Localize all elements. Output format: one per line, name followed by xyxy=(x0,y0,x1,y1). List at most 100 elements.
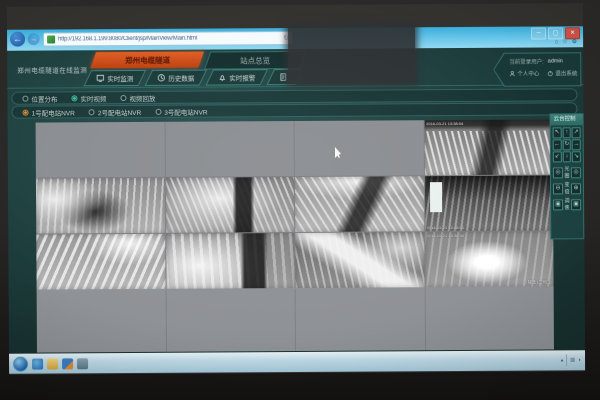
system-tray[interactable]: ▴ ▥ ◖ xyxy=(561,354,581,366)
arrow-up-left-icon: ↖ xyxy=(554,129,559,135)
url-input[interactable]: http://192.168.1.199:8080/Client/jsp/Mai… xyxy=(43,31,293,47)
tab-cable-tunnel[interactable]: 郑州电缆隧道 xyxy=(90,52,204,69)
camera-tile-empty[interactable] xyxy=(36,122,165,178)
tray-volume-icon[interactable]: ◖ xyxy=(578,357,581,363)
arrow-up-right-icon: ↗ xyxy=(574,129,579,135)
tray-network-icon[interactable]: ▥ xyxy=(570,357,575,363)
back-button[interactable]: ← xyxy=(10,32,25,47)
camera-tile-empty[interactable] xyxy=(295,120,424,176)
folder-icon[interactable] xyxy=(47,358,58,369)
video-grid: 2016-03-21 13:38:04 2016-03-21 13:38:04 … xyxy=(36,119,554,289)
camera-tile-video[interactable] xyxy=(36,178,165,234)
camera-timestamp: 2016-03-21 13:38:04 xyxy=(427,225,464,230)
camera-tile-video[interactable]: 2016-03-21 13:38:04 xyxy=(424,119,553,175)
ptz-up-right-button[interactable]: ↗ xyxy=(572,127,581,138)
alarm-bell-icon xyxy=(218,73,226,81)
ptz-down-button[interactable]: ↓ xyxy=(562,151,571,162)
radio-icon xyxy=(89,109,95,115)
login-user-label: 当前登录用户: xyxy=(509,57,544,65)
option-label: 实时视频 xyxy=(80,93,106,103)
camera-tile-video[interactable]: 2016-03-21 13:38:04 隧道 (二号口) xyxy=(425,231,554,287)
nvr-option-1[interactable]: 1号配电站NVR xyxy=(22,107,74,117)
ptz-down-left-button[interactable]: ↙ xyxy=(553,151,562,162)
view-mode-location[interactable]: 位置分布 xyxy=(22,93,57,103)
user-actions-row: 个人中心 退出系统 xyxy=(509,69,577,77)
menu-item-history-data[interactable]: 历史数据 xyxy=(144,70,207,86)
camera-tile-video[interactable]: 2016-03-21 13:38:04 xyxy=(424,175,553,231)
start-button[interactable] xyxy=(13,356,28,371)
ptz-right-button[interactable]: → xyxy=(572,139,581,150)
settings-gear-icon[interactable]: ⚙ xyxy=(572,38,577,46)
view-mode-live-video[interactable]: 实时视频 xyxy=(71,93,106,103)
camera-tile-video[interactable] xyxy=(165,177,294,233)
focus-far-button[interactable]: ▣ xyxy=(571,199,581,210)
camera-tile-video[interactable] xyxy=(166,233,295,289)
windows-taskbar: ▴ ▥ ◖ xyxy=(9,350,585,374)
camera-tile-video[interactable] xyxy=(295,232,424,288)
nvr-option-3[interactable]: 3号配电站NVR xyxy=(155,106,207,116)
nvr-option-2[interactable]: 2号配电站NVR xyxy=(89,106,141,116)
iris-plus-button[interactable]: ◎ xyxy=(571,167,581,178)
minimize-button[interactable]: ─ xyxy=(531,27,546,39)
internet-explorer-icon[interactable] xyxy=(32,358,43,369)
app-icon[interactable] xyxy=(77,358,88,369)
logout-link[interactable]: 退出系统 xyxy=(547,69,577,77)
ptz-up-left-button[interactable]: ↖ xyxy=(553,127,562,138)
ptz-direction-pad: ↖ ↑ ↗ ← ↻ → ↙ ↓ ↘ xyxy=(551,125,583,164)
camera-tile-empty[interactable] xyxy=(165,121,294,177)
monitor-icon xyxy=(96,74,104,82)
media-player-icon[interactable] xyxy=(62,358,73,369)
menu-item-realtime-monitor[interactable]: 实时监测 xyxy=(83,70,146,86)
report-document-icon xyxy=(279,73,287,81)
zoom-label: 变倍 xyxy=(564,181,570,195)
focus-icon: ▣ xyxy=(573,201,579,207)
favorites-icon[interactable]: ☆ xyxy=(562,38,567,46)
history-clock-icon xyxy=(157,74,165,82)
option-label: 1号配电站NVR xyxy=(31,107,74,117)
camera-label: 隧道 (二号口) xyxy=(528,279,552,285)
ptz-panel: 云台控制 ↖ ↑ ↗ ← ↻ → ↙ ↓ ↘ ◎ 光圈 ◎ ⊖ 变倍 ⊕ xyxy=(550,113,585,239)
camera-tile-video[interactable] xyxy=(295,176,424,232)
option-label: 2号配电站NVR xyxy=(98,106,141,116)
iris-minus-button[interactable]: ◎ xyxy=(553,167,563,178)
forward-button[interactable]: ← xyxy=(28,33,40,45)
home-icon[interactable]: ⌂ xyxy=(555,38,559,46)
video-grid-empty-row xyxy=(37,287,554,352)
iris-control-row: ◎ 光圈 ◎ xyxy=(551,164,583,180)
tray-arrow-icon[interactable]: ▴ xyxy=(561,357,564,363)
view-mode-playback[interactable]: 视频回放 xyxy=(120,92,155,102)
focus-label: 调焦 xyxy=(564,197,570,211)
tab-label: 郑州电缆隧道 xyxy=(125,54,170,65)
page-title: 郑州电缆隧道在线监测 xyxy=(17,64,87,74)
overexposed-patch xyxy=(430,182,443,212)
zoom-control-row: ⊖ 变倍 ⊕ xyxy=(551,180,583,196)
radio-icon xyxy=(155,108,161,114)
minimize-icon: ─ xyxy=(536,31,540,37)
camera-timestamp: 2016-03-21 13:38:04 xyxy=(426,121,463,126)
grid-divider xyxy=(425,288,426,350)
menu-label: 实时监测 xyxy=(107,73,133,83)
ptz-up-button[interactable]: ↑ xyxy=(562,127,571,138)
site-shield-icon xyxy=(47,35,55,43)
option-label: 位置分布 xyxy=(31,93,57,103)
zoom-in-icon: ⊕ xyxy=(573,185,578,191)
arrow-down-right-icon: ↘ xyxy=(574,153,579,159)
zoom-out-button[interactable]: ⊖ xyxy=(553,183,563,194)
maximize-icon: ▢ xyxy=(553,30,559,36)
ptz-auto-button[interactable]: ↻ xyxy=(562,139,571,150)
forward-icon: ← xyxy=(30,35,37,43)
focus-near-button[interactable]: ▣ xyxy=(553,199,563,210)
rotate-icon: ↻ xyxy=(564,141,569,147)
ptz-left-button[interactable]: ← xyxy=(553,139,562,150)
menu-item-realtime-alarm[interactable]: 实时报警 xyxy=(205,69,268,85)
profile-link[interactable]: 个人中心 xyxy=(509,70,539,78)
zoom-in-button[interactable]: ⊕ xyxy=(571,183,581,194)
radio-icon xyxy=(22,95,28,101)
radio-selected-icon xyxy=(71,95,77,101)
ptz-panel-title: 云台控制 xyxy=(551,114,583,125)
profile-label: 个人中心 xyxy=(517,70,539,78)
browser-toolbar: ⌂ ☆ ⚙ xyxy=(555,38,577,46)
ptz-down-right-button[interactable]: ↘ xyxy=(572,151,581,162)
radio-icon xyxy=(120,95,126,101)
camera-tile-video[interactable] xyxy=(36,234,165,290)
